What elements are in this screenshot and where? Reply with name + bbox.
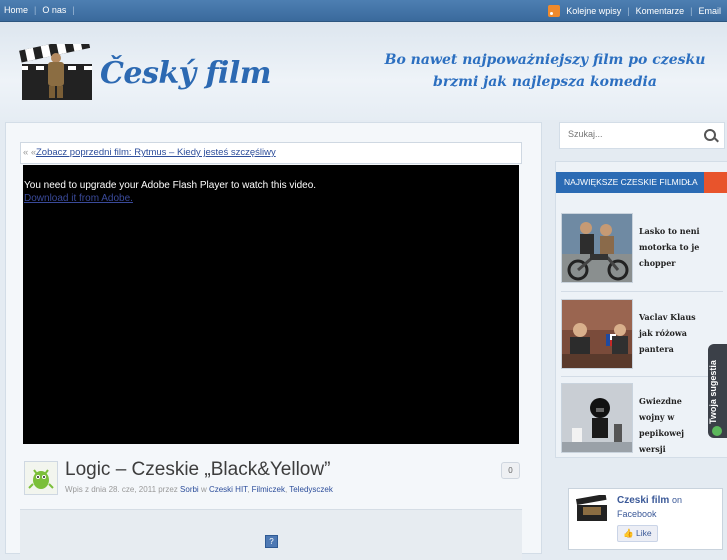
category-link-teledysczek[interactable]: Teledysczek — [289, 485, 333, 494]
previous-post-link[interactable]: Zobacz poprzedni film: Rytmus – Kiedy je… — [36, 147, 276, 158]
previous-post-bar: « « Zobacz poprzedni film: Rytmus – Kied… — [20, 142, 522, 164]
film-list-item[interactable]: Gwiezdne wojny w pepikowej wersji — [561, 383, 723, 454]
rss-icon[interactable] — [548, 5, 561, 17]
widget-title-accent — [704, 172, 727, 193]
video-player[interactable]: You need to upgrade your Adobe Flash Pla… — [23, 165, 519, 444]
top-nav-left: Home | O nas | — [4, 5, 75, 15]
nav-email-link[interactable]: Email — [698, 6, 721, 16]
post-body: ? — [20, 509, 522, 560]
flash-download-link[interactable]: Download it from Adobe. — [24, 193, 133, 204]
nav-posts-feed-link[interactable]: Kolejne wpisy — [566, 6, 621, 16]
thumbs-up-icon: 👍 — [623, 528, 634, 538]
missing-plugin-icon[interactable]: ? — [265, 535, 278, 548]
facebook-page-name[interactable]: Czeski film on — [617, 495, 682, 506]
search-input[interactable] — [568, 129, 698, 139]
clapperboard-logo-icon[interactable] — [18, 44, 96, 100]
feedback-tab[interactable]: Twoja sugestia — [708, 344, 727, 438]
film-list-item[interactable]: Vaclav Klaus jak różowa pantera — [561, 299, 723, 369]
facebook-label: Facebook — [617, 509, 657, 519]
sidebar-divider — [561, 376, 723, 377]
comment-count-badge[interactable]: 0 — [501, 462, 520, 479]
tagline-line-2: brzmi jak najlepsza komedia — [433, 74, 657, 90]
nav-about-link[interactable]: O nas — [42, 5, 66, 15]
film-thumbnail-chopper-icon[interactable] — [561, 213, 633, 283]
film-thumbnail-klaus-icon[interactable] — [561, 299, 633, 369]
feedback-tab-label[interactable]: Twoja sugestia — [708, 344, 718, 424]
search-box — [559, 122, 725, 149]
site-logo-title[interactable]: Český film — [100, 56, 271, 91]
tagline-line-1: Bo nawet najpoważniejszy film po czesku — [384, 52, 706, 68]
film-caption[interactable]: Vaclav Klaus jak różowa pantera — [639, 309, 709, 357]
post-meta: Wpis z dnia 28. cze, 2011 przez Sorbi w … — [65, 485, 333, 494]
previous-arrows: « « — [23, 147, 37, 158]
author-avatar-icon — [24, 461, 58, 495]
site-header: Český film Bo nawet najpoważniejszy film… — [0, 22, 727, 120]
flash-upgrade-message: You need to upgrade your Adobe Flash Pla… — [24, 180, 317, 191]
post-title[interactable]: Logic – Czeskie „Black&Yellow” — [65, 459, 330, 481]
top-nav-right: Kolejne wpisy | Komentarze | Email — [548, 5, 727, 17]
sidebar-divider — [561, 291, 723, 292]
top-nav-bar: Home | O nas | Kolejne wpisy | Komentarze | Ema… — [0, 0, 727, 22]
post-date: Wpis z dnia 28. cze, 2011 przez — [65, 485, 181, 494]
film-caption[interactable]: Gwiezdne wojny w pepikowej wersji — [639, 393, 709, 457]
nav-comments-feed-link[interactable]: Komentarze — [636, 6, 685, 16]
site-tagline: Bo nawet najpoważniejszy film po czesku … — [380, 49, 710, 93]
main-content: « « Zobacz poprzedni film: Rytmus – Kied… — [5, 122, 542, 560]
search-icon[interactable] — [704, 129, 716, 141]
facebook-like-button[interactable]: 👍 Like — [617, 525, 658, 542]
film-list-item[interactable]: Lasko to neni motorka to je chopper — [561, 213, 723, 283]
facebook-like-box: Czeski film on Facebook 👍 Like — [568, 488, 723, 550]
feedback-icon[interactable] — [712, 426, 722, 436]
post-author-link[interactable]: Sorbi — [180, 485, 199, 494]
facebook-page-thumbnail-icon[interactable] — [575, 495, 609, 527]
category-link-filmiczek[interactable]: Filmiczek — [252, 485, 285, 494]
widget-title: NAJWIĘKSZE CZESKIE FILMIDŁA — [556, 172, 712, 193]
film-caption[interactable]: Lasko to neni motorka to je chopper — [639, 223, 709, 271]
nav-home-link[interactable]: Home — [4, 5, 28, 15]
film-thumbnail-star-wars-icon[interactable] — [561, 383, 633, 453]
category-link-czeski-hit[interactable]: Czeski HIT — [209, 485, 247, 494]
